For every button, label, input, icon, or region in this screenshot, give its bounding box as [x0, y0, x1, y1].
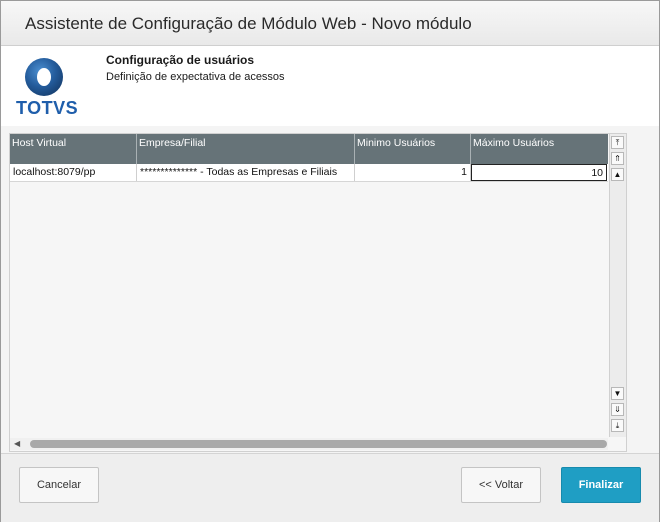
- logo-text: TOTVS: [16, 98, 79, 118]
- horizontal-scrollbar[interactable]: ◀: [10, 438, 608, 450]
- totvs-logo: TOTVS: [16, 56, 79, 118]
- column-header-host[interactable]: Host Virtual: [10, 134, 137, 164]
- step-subtitle: Definição de expectativa de acessos: [106, 71, 285, 83]
- finish-button[interactable]: Finalizar: [561, 467, 641, 503]
- cell-host[interactable]: localhost:8079/pp: [10, 164, 137, 181]
- scroll-bottom-icon[interactable]: ⤓: [611, 419, 624, 432]
- scroll-page-down-icon[interactable]: ⇓: [611, 403, 624, 416]
- cancel-button[interactable]: Cancelar: [19, 467, 99, 503]
- cell-minimo[interactable]: 1: [355, 164, 471, 181]
- back-button[interactable]: << Voltar: [461, 467, 541, 503]
- users-grid[interactable]: Host Virtual Empresa/Filial Minimo Usuár…: [9, 133, 627, 452]
- scroll-page-up-icon[interactable]: ⇑: [611, 152, 624, 165]
- cell-empresa[interactable]: ************** - Todas as Empresas e Fil…: [137, 164, 355, 181]
- wizard-window: Assistente de Configuração de Módulo Web…: [0, 0, 660, 522]
- column-header-minimo[interactable]: Minimo Usuários: [355, 134, 471, 164]
- wizard-footer: Cancelar << Voltar Finalizar: [1, 453, 659, 522]
- window-title: Assistente de Configuração de Módulo Web…: [25, 14, 472, 33]
- table-row[interactable]: localhost:8079/pp ************** - Todas…: [10, 164, 608, 182]
- scroll-top-icon[interactable]: ⤒: [611, 136, 624, 149]
- grid-header: Host Virtual Empresa/Filial Minimo Usuár…: [10, 134, 608, 164]
- horizontal-scroll-thumb[interactable]: [30, 440, 607, 448]
- totvs-orb-icon: [25, 58, 63, 96]
- column-header-empresa[interactable]: Empresa/Filial: [137, 134, 355, 164]
- column-header-maximo[interactable]: Máximo Usuários: [471, 134, 608, 164]
- scroll-down-icon[interactable]: ▼: [611, 387, 624, 400]
- vertical-scrollbar[interactable]: ⤒ ⇑ ▲ ▼ ⇓ ⤓: [609, 134, 626, 437]
- step-title: Configuração de usuários: [106, 53, 255, 67]
- scroll-left-icon[interactable]: ◀: [14, 438, 20, 450]
- cell-maximo[interactable]: 10: [471, 164, 607, 181]
- title-bar: Assistente de Configuração de Módulo Web…: [1, 1, 659, 46]
- wizard-header: TOTVS Configuração de usuários Definição…: [1, 46, 659, 126]
- scroll-up-icon[interactable]: ▲: [611, 168, 624, 181]
